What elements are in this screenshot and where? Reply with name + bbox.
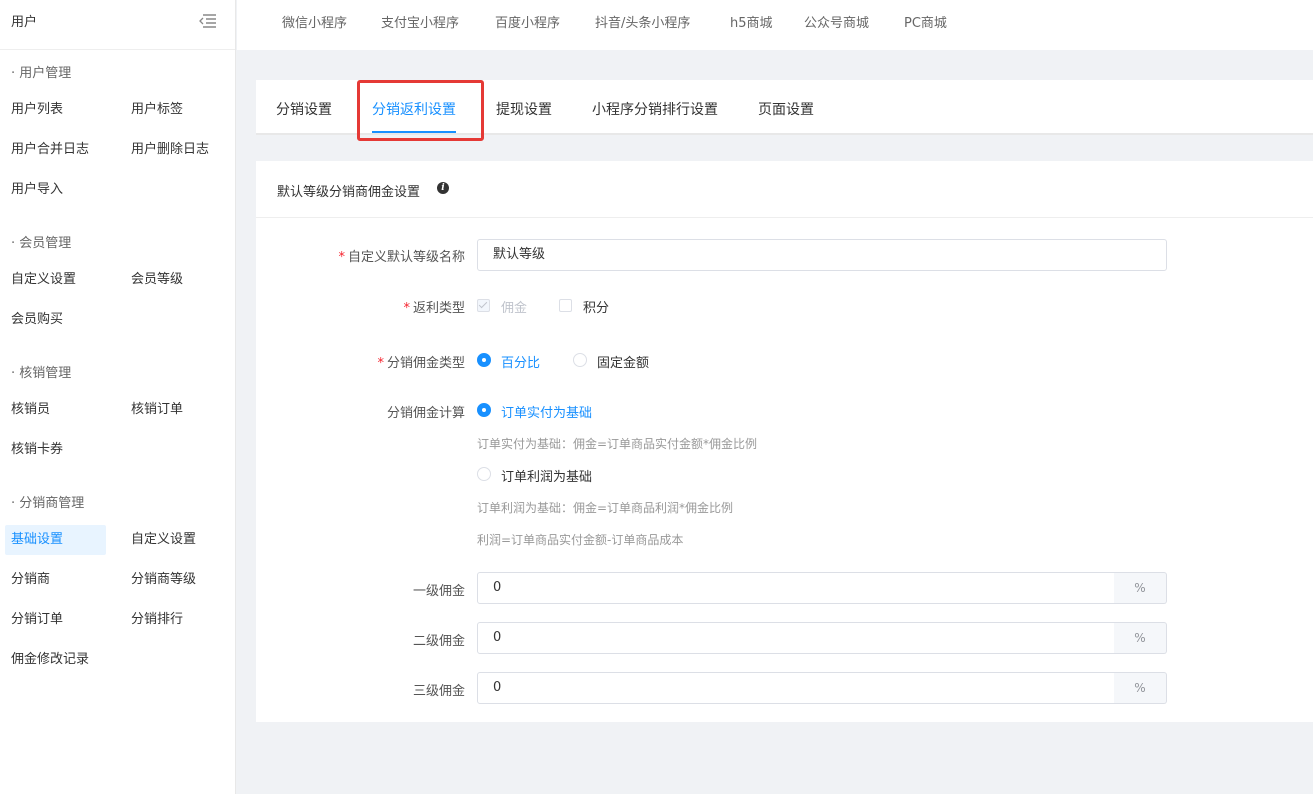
rebate-commission-label: 佣金 xyxy=(501,301,528,316)
platform-tab-alipay[interactable]: 支付宝小程序 xyxy=(381,12,459,31)
highlight-annotation xyxy=(357,80,484,141)
sidebar-item-custom-settings[interactable]: 自定义设置 xyxy=(5,265,82,295)
required-mark: * xyxy=(338,250,345,265)
rebate-points-checkbox[interactable] xyxy=(559,299,572,312)
calc-basis-profit-label: 订单利润为基础 xyxy=(501,470,593,485)
calc-basis-paid-label: 订单实付为基础 xyxy=(501,406,593,421)
level2-commission-input[interactable]: 0 xyxy=(477,622,1115,654)
rebate-points-label: 积分 xyxy=(583,301,610,316)
sidebar-item-user-import[interactable]: 用户导入 xyxy=(5,175,69,205)
sidebar-group-verify: · 核销管理 xyxy=(11,366,72,381)
sidebar-item-distributors[interactable]: 分销商 xyxy=(5,565,56,595)
level2-unit-addon: % xyxy=(1114,622,1167,654)
level1-unit-addon: % xyxy=(1114,572,1167,604)
required-mark: * xyxy=(403,301,410,316)
platform-tab-baidu[interactable]: 百度小程序 xyxy=(495,12,560,31)
tab-ranking-settings[interactable]: 小程序分销排行设置 xyxy=(592,99,718,119)
card-header: 默认等级分销商佣金设置 i xyxy=(256,161,1313,218)
sidebar-item-dist-ranking[interactable]: 分销排行 xyxy=(125,605,189,635)
level3-commission-label: 三级佣金 xyxy=(412,684,465,699)
sidebar-item-verify-orders[interactable]: 核销订单 xyxy=(125,395,189,425)
rebate-commission-checkbox[interactable] xyxy=(477,299,490,312)
sidebar-group-member: · 会员管理 xyxy=(11,236,72,251)
required-mark: * xyxy=(377,356,384,371)
sidebar-item-distributor-levels[interactable]: 分销商等级 xyxy=(125,565,202,595)
tab-withdraw-settings[interactable]: 提现设置 xyxy=(496,99,552,119)
sidebar-title: 用户 xyxy=(11,15,38,30)
sidebar-item-dist-custom-settings[interactable]: 自定义设置 xyxy=(125,525,202,555)
level-name-label: * 自定义默认等级名称 xyxy=(265,246,465,265)
level-name-label-text: 自定义默认等级名称 xyxy=(347,250,465,265)
commission-type-percent-radio[interactable] xyxy=(477,353,491,367)
sidebar-item-member-purchase[interactable]: 会员购买 xyxy=(5,305,69,335)
commission-type-label: * 分销佣金类型 xyxy=(265,352,465,371)
platform-tab-official-account[interactable]: 公众号商城 xyxy=(804,12,869,31)
card-title: 默认等级分销商佣金设置 xyxy=(277,185,421,200)
sidebar-item-user-list[interactable]: 用户列表 xyxy=(5,95,69,125)
sidebar-item-user-merge-log[interactable]: 用户合并日志 xyxy=(5,135,95,165)
rebate-type-label-text: 返利类型 xyxy=(412,301,465,316)
commission-type-fixed-label: 固定金额 xyxy=(597,356,650,371)
sidebar-item-user-delete-log[interactable]: 用户删除日志 xyxy=(125,135,215,165)
platform-tab-douyin[interactable]: 抖音/头条小程序 xyxy=(595,12,690,31)
commission-settings-card: 默认等级分销商佣金设置 i * 自定义默认等级名称 默认等级 * 返利类型 佣金 积… xyxy=(256,161,1313,722)
calc-basis-paid-radio[interactable] xyxy=(477,403,491,417)
menu-fold-icon[interactable] xyxy=(199,13,217,29)
calc-basis-profit-radio[interactable] xyxy=(477,467,491,481)
commission-type-percent-label: 百分比 xyxy=(501,356,541,371)
sidebar-item-verify-cards[interactable]: 核销卡券 xyxy=(5,435,69,465)
sidebar-header: 用户 xyxy=(0,0,235,50)
sidebar-group-user: · 用户管理 xyxy=(11,66,72,81)
level-name-input[interactable]: 默认等级 xyxy=(477,239,1167,271)
level3-commission-input[interactable]: 0 xyxy=(477,672,1115,704)
platform-tabs-bar: 微信小程序 支付宝小程序 百度小程序 抖音/头条小程序 h5商城 公众号商城 P… xyxy=(237,0,1313,50)
calc-hint-paid: 订单实付为基础：佣金=订单商品实付金额*佣金比例 xyxy=(477,437,758,451)
sidebar-item-basic-settings[interactable]: 基础设置 xyxy=(5,525,106,555)
sidebar-item-member-levels[interactable]: 会员等级 xyxy=(125,265,189,295)
level3-unit-addon: % xyxy=(1114,672,1167,704)
sidebar-group-distributor: · 分销商管理 xyxy=(11,496,85,511)
calc-basis-label: 分销佣金计算 xyxy=(386,406,465,421)
tab-page-settings[interactable]: 页面设置 xyxy=(758,99,814,119)
rebate-type-label: * 返利类型 xyxy=(265,297,465,316)
platform-tab-wechat[interactable]: 微信小程序 xyxy=(282,12,347,31)
level1-commission-input[interactable]: 0 xyxy=(477,572,1115,604)
commission-type-label-text: 分销佣金类型 xyxy=(386,356,465,371)
sidebar-item-user-tags[interactable]: 用户标签 xyxy=(125,95,189,125)
sidebar-item-dist-orders[interactable]: 分销订单 xyxy=(5,605,69,635)
platform-tab-h5[interactable]: h5商城 xyxy=(730,12,773,31)
sidebar: 用户 · 用户管理 用户列表 用户标签 用户合并日志 用户删除日志 用户导入 ·… xyxy=(0,0,236,794)
tab-distribution-settings[interactable]: 分销设置 xyxy=(276,99,332,119)
info-icon[interactable]: i xyxy=(437,182,449,194)
sidebar-item-commission-log[interactable]: 佣金修改记录 xyxy=(5,645,95,675)
level2-commission-label: 二级佣金 xyxy=(412,634,465,649)
commission-type-fixed-radio[interactable] xyxy=(573,353,587,367)
level1-commission-label: 一级佣金 xyxy=(412,584,465,599)
sidebar-item-verifier[interactable]: 核销员 xyxy=(5,395,56,425)
platform-tab-pc[interactable]: PC商城 xyxy=(904,12,947,31)
calc-hint-profit-formula: 利润=订单商品实付金额-订单商品成本 xyxy=(477,533,684,547)
calc-hint-profit: 订单利润为基础：佣金=订单商品利润*佣金比例 xyxy=(477,501,734,515)
